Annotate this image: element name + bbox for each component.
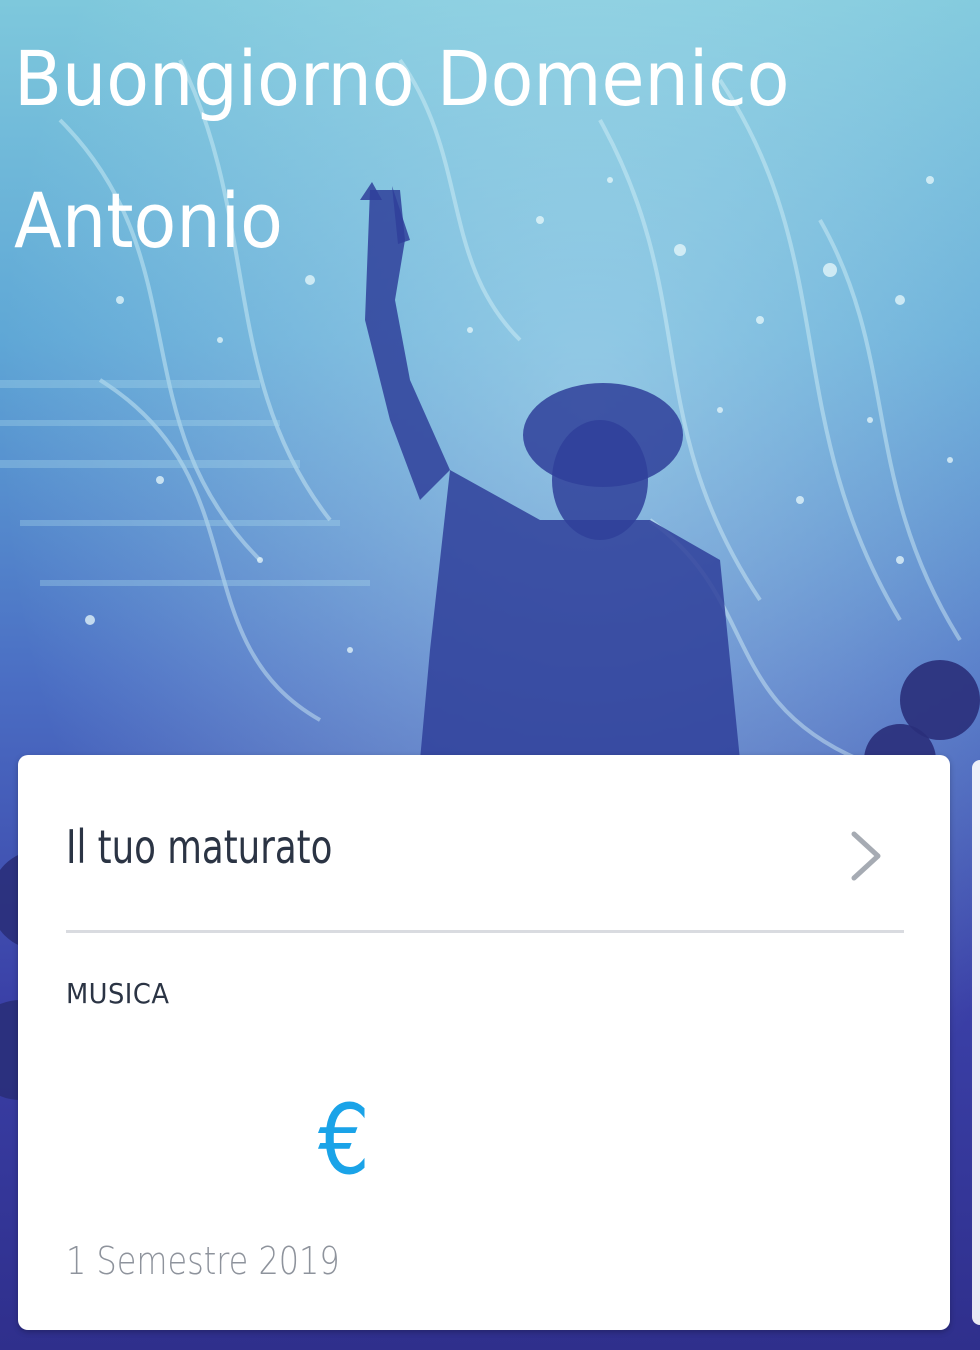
card-divider — [66, 930, 904, 933]
chevron-right-icon[interactable] — [844, 828, 888, 884]
category-label: MUSICA — [66, 977, 170, 1010]
amount-currency: € — [318, 1084, 370, 1196]
greeting-heading: Buongiorno Domenico Antonio — [14, 34, 790, 265]
card-title: Il tuo maturato — [66, 820, 333, 874]
card-header[interactable]: Il tuo maturato — [66, 810, 906, 890]
period-label: 1 Semestre 2019 — [66, 1239, 340, 1283]
next-card-peek[interactable] — [972, 760, 980, 1325]
earnings-card[interactable]: Il tuo maturato MUSICA € 1 Semestre 2019 — [18, 755, 950, 1330]
